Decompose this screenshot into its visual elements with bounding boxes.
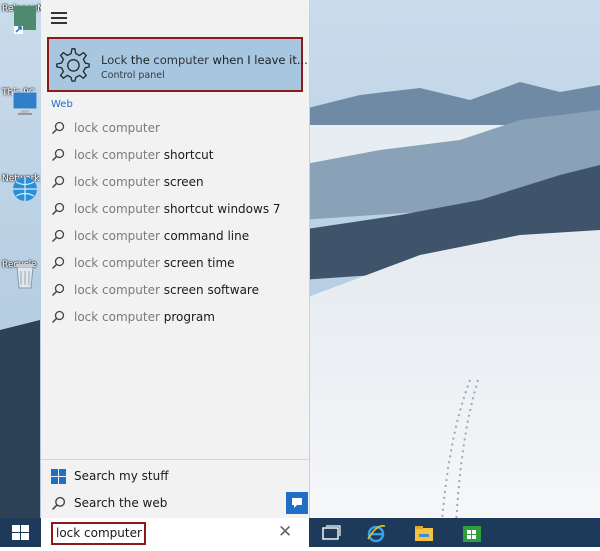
web-suggestion[interactable]: lock computer xyxy=(41,115,309,142)
start-button[interactable] xyxy=(0,518,41,547)
hamburger-icon[interactable] xyxy=(51,12,67,24)
search-icon xyxy=(51,310,65,324)
store-icon[interactable] xyxy=(461,522,483,544)
web-suggestion[interactable]: lock computer command line xyxy=(41,223,309,250)
recycle-bin-icon xyxy=(16,264,34,289)
feedback-speech-icon xyxy=(292,498,302,508)
desktop-icon-releasen[interactable]: ReleaseN xyxy=(0,4,44,34)
web-suggestion[interactable]: lock computer shortcut xyxy=(41,142,309,169)
search-my-stuff-label: Search my stuff xyxy=(74,469,169,483)
web-suggestion[interactable]: lock computer screen time xyxy=(41,250,309,277)
suggestion-completion: screen time xyxy=(159,256,235,270)
search-icon xyxy=(51,283,65,297)
suggestion-query: lock computer xyxy=(74,310,160,324)
suggestion-query: lock computer xyxy=(74,121,160,135)
web-suggestion[interactable]: lock computer program xyxy=(41,304,309,331)
suggestion-completion: shortcut windows 7 xyxy=(159,202,281,216)
search-icon xyxy=(51,148,65,162)
suggestion-completion: screen software xyxy=(159,283,259,297)
suggestion-query: lock computer xyxy=(74,148,160,162)
web-section-label: Web xyxy=(51,99,73,110)
internet-explorer-icon[interactable] xyxy=(365,522,387,544)
search-icon xyxy=(52,496,66,510)
search-results-panel: Lock the computer when I leave it... Con… xyxy=(41,0,310,518)
search-icon xyxy=(51,202,65,216)
search-icon xyxy=(51,121,65,135)
search-input[interactable]: lock computer xyxy=(51,522,146,545)
feedback-button[interactable] xyxy=(286,492,308,514)
task-view-icon[interactable] xyxy=(320,522,342,544)
windows-logo-icon xyxy=(12,525,29,540)
search-the-web-button[interactable]: Search the web xyxy=(41,490,309,516)
windows-logo-icon xyxy=(51,469,66,484)
close-icon[interactable]: ✕ xyxy=(278,522,292,542)
web-suggestion[interactable]: lock computer shortcut windows 7 xyxy=(41,196,309,223)
search-my-stuff-button[interactable]: Search my stuff xyxy=(41,463,309,489)
gear-icon xyxy=(56,48,90,82)
search-icon xyxy=(51,256,65,270)
suggestion-completion: command line xyxy=(159,229,250,243)
suggestion-completion: program xyxy=(159,310,215,324)
suggestion-query: lock computer xyxy=(74,175,160,189)
best-match-title: Lock the computer when I leave it... xyxy=(101,53,308,67)
suggestion-completion: shortcut xyxy=(159,148,214,162)
monitor-icon xyxy=(12,91,38,115)
suggestion-query: lock computer xyxy=(74,256,160,270)
web-suggestion[interactable]: lock computer screen xyxy=(41,169,309,196)
file-explorer-icon[interactable] xyxy=(413,522,435,544)
suggestion-query: lock computer xyxy=(74,229,160,243)
suggestion-completion: screen xyxy=(159,175,204,189)
divider xyxy=(41,459,309,460)
search-icon xyxy=(51,229,65,243)
suggestion-query: lock computer xyxy=(74,202,160,216)
suggestion-query: lock computer xyxy=(74,283,160,297)
best-match-subtitle: Control panel xyxy=(101,70,165,81)
web-suggestion-list: lock computer lock computer shortcut loc… xyxy=(41,115,309,331)
network-globe-icon xyxy=(13,177,37,201)
desktop-icon-network[interactable]: Network xyxy=(0,174,44,201)
best-match-result[interactable]: Lock the computer when I leave it... Con… xyxy=(47,37,308,92)
taskbar: lock computer ✕ xyxy=(0,518,600,547)
desktop-icon-recycle-bin[interactable]: Recycle xyxy=(0,260,44,289)
search-icon xyxy=(51,175,65,189)
search-the-web-label: Search the web xyxy=(74,496,168,510)
shortcut-file-icon xyxy=(14,6,36,34)
taskbar-search-box[interactable]: lock computer ✕ xyxy=(41,518,309,547)
desktop-icon-this-pc[interactable]: This PC xyxy=(0,88,44,115)
web-suggestion[interactable]: lock computer screen software xyxy=(41,277,309,304)
